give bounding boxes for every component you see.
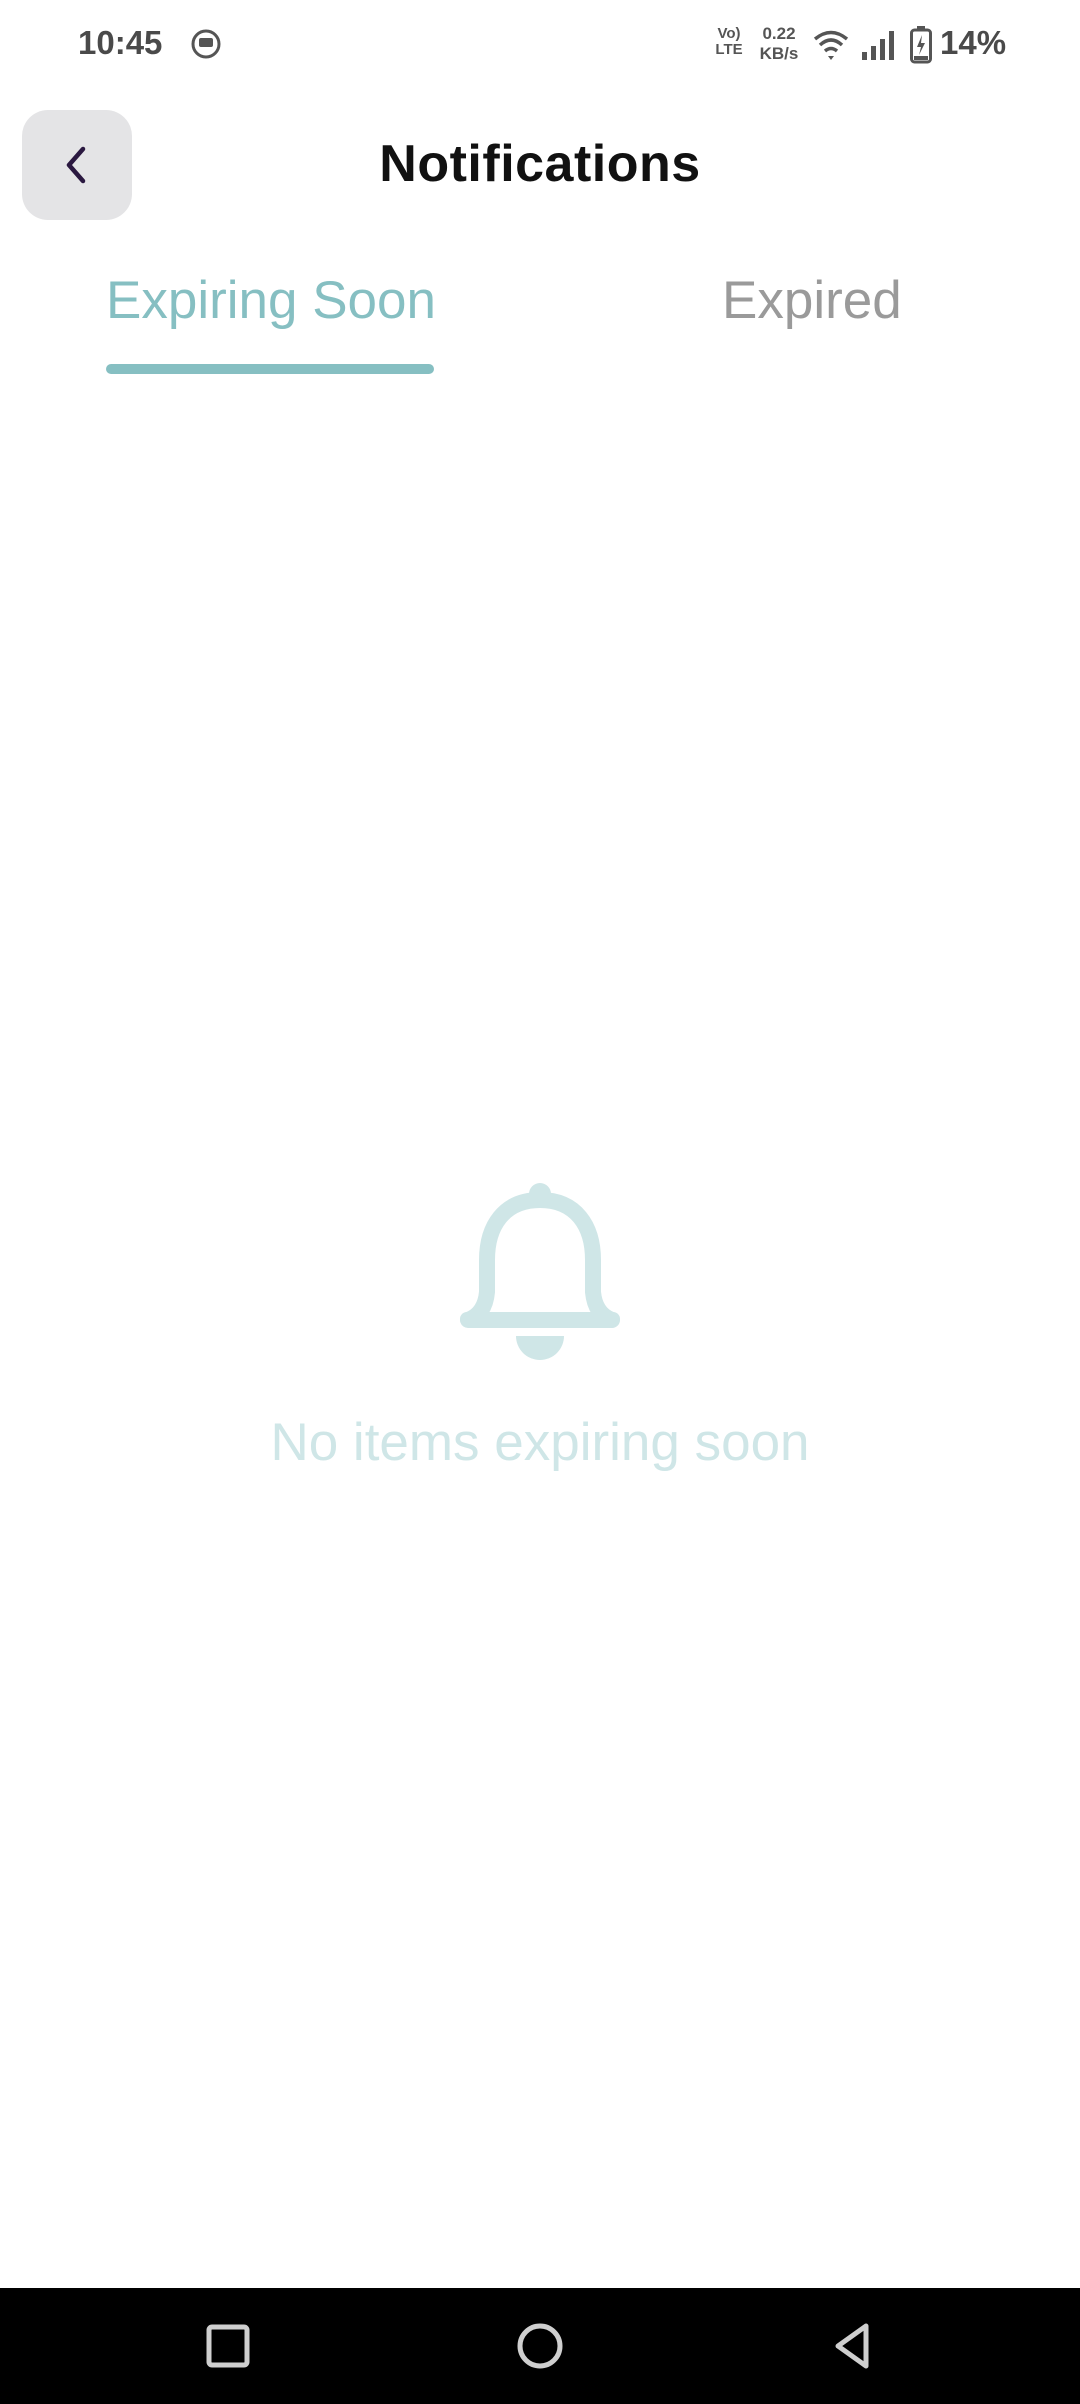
tab-expiring-soon[interactable]: Expiring Soon [106,270,436,331]
wifi-icon [813,30,849,60]
recents-icon[interactable] [196,2314,260,2378]
status-bar: 10:45 Vo) LTE 0.22 KB/s 14% [0,0,1080,92]
page-title: Notifications [379,135,701,193]
network-speed: 0.22 KB/s [759,24,799,63]
bell-icon [460,1183,620,1360]
navigation-bar [0,2288,1080,2404]
active-tab-indicator [106,364,434,374]
back-icon[interactable] [820,2314,884,2378]
app-notification-icon [191,29,221,59]
signal-icon [862,31,894,60]
volte-indicator: Vo) LTE [715,25,743,58]
home-icon[interactable] [508,2314,572,2378]
battery-charging-icon [910,26,932,64]
status-time: 10:45 [78,24,163,61]
tab-expired[interactable]: Expired [722,270,902,331]
battery-percent: 14% [940,24,1007,61]
empty-state-message: No items expiring soon [270,1413,810,1472]
